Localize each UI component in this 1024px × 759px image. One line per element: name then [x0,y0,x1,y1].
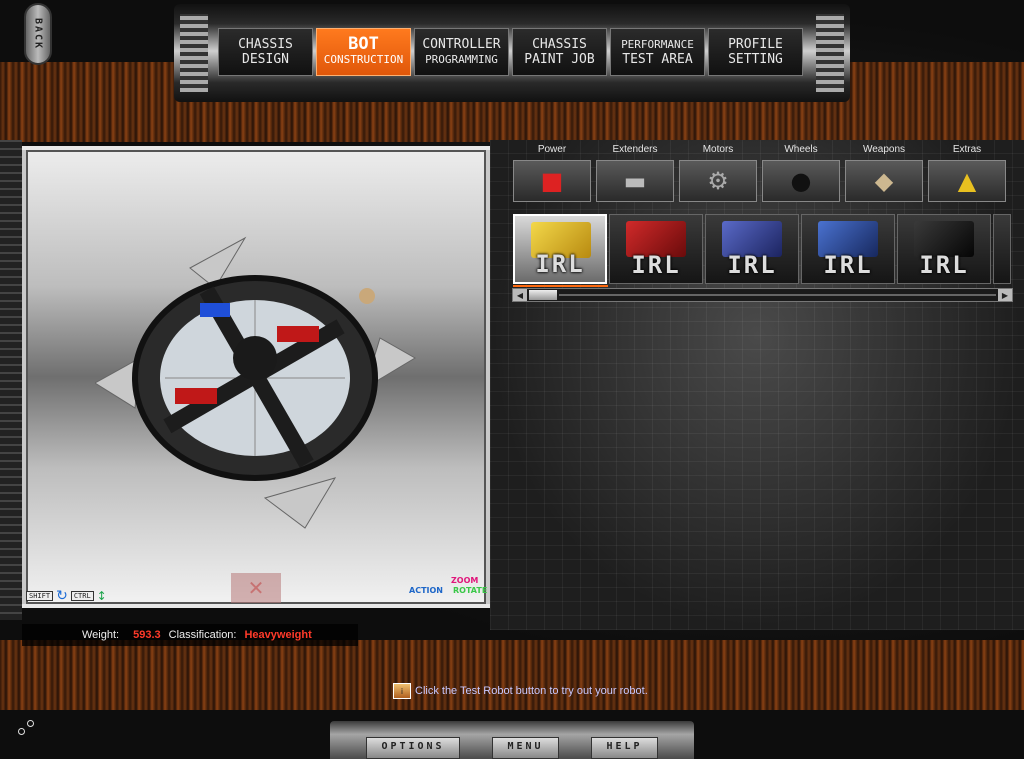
info-icon: i [393,683,411,699]
shift-key-label: SHIFT [26,591,54,601]
tab-chassis-paint-job[interactable]: CHASSIS PAINT JOB [512,28,607,76]
robot-model[interactable] [95,228,425,538]
part-item[interactable] [993,214,1011,284]
tab-profile-setting[interactable]: PROFILE SETTING [708,28,803,76]
tab-label-line1: PROFILE [728,37,783,52]
category-label: Wheels [784,144,818,155]
part-brand-label: IRL [535,250,585,278]
battery-icon: ■ [513,160,591,202]
tab-label-line2: PROGRAMMING [425,53,498,66]
rotate-label: ROTATE [453,586,488,595]
part-brand-label: IRL [919,251,969,279]
rotate-icon: ↻ [56,588,68,604]
robot-motor [200,303,230,317]
viewport-control-hints: SHIFT ↻ CTRL ↕ [26,588,107,604]
menu-button[interactable]: MENU [492,737,559,759]
back-button[interactable]: BACK [24,3,52,65]
category-power[interactable]: Power ■ [513,144,591,202]
part-brand-label: IRL [631,251,681,279]
weight-label: Weight: [82,629,120,641]
tab-label-line2: TEST AREA [622,52,693,67]
classification-value: Heavyweight [244,629,312,641]
robot-stats: Weight: 593.3 Classification: Heavyweigh… [22,624,358,646]
zoom-label: ZOOM [451,576,479,585]
part-item[interactable]: IRL [705,214,799,284]
robot-hub [233,336,277,380]
category-label: Extenders [612,144,658,155]
part-item[interactable]: IRL [897,214,991,284]
scroll-right-arrow[interactable]: ▶ [998,289,1012,301]
category-label: Power [537,144,567,155]
weapon-icon: ◆ [845,160,923,202]
tab-label-line1: PERFORMANCE [621,38,694,51]
scroll-left-arrow[interactable]: ◀ [513,289,527,301]
part-item[interactable]: IRL [801,214,895,284]
selection-indicator [513,285,608,287]
part-item-strip: IRL IRL IRL IRL IRL [513,214,1013,284]
category-wheels[interactable]: Wheels ● [762,144,840,202]
category-label: Extras [952,144,982,155]
nav-tabs: CHASSIS DESIGN BOT CONSTRUCTION CONTROLL… [218,28,803,76]
tab-label-line1: CHASSIS [532,37,587,52]
wrench-tool-button[interactable]: ✕ [231,573,281,603]
back-label: BACK [32,17,44,51]
category-extenders[interactable]: Extenders ▬ [596,144,674,202]
category-label: Motors [702,144,734,155]
tab-label-line2: PAINT JOB [524,52,595,67]
hint-text: Click the Test Robot button to try out y… [415,685,648,697]
tab-bot-construction[interactable]: BOT CONSTRUCTION [316,28,411,76]
help-button[interactable]: HELP [591,737,658,759]
robot-battery [175,388,217,404]
scroll-thumb[interactable] [529,290,557,300]
tab-chassis-design[interactable]: CHASSIS DESIGN [218,28,313,76]
part-item[interactable]: IRL [513,214,607,284]
tab-label-line1: CONTROLLER [422,37,501,52]
wheel-icon: ● [762,160,840,202]
part-brand-label: IRL [727,251,777,279]
ctrl-key-label: CTRL [70,591,94,601]
category-label: Weapons [862,144,906,155]
robot-battery [277,326,319,342]
tab-label-line1: BOT [348,34,379,54]
options-button[interactable]: OPTIONS [366,737,460,759]
wrench-icon: ✕ [247,576,265,600]
classification-label: Classification: [168,629,237,641]
part-item[interactable]: IRL [609,214,703,284]
part-scrollbar[interactable]: ◀ ▶ [512,288,1013,302]
extender-icon: ▬ [596,160,674,202]
weight-value: 593.3 [133,629,161,641]
decor-band-bottom [0,640,1024,710]
category-extras[interactable]: Extras ▲ [928,144,1006,202]
move-vertical-icon: ↕ [96,589,107,603]
scroll-track [559,294,996,296]
category-motors[interactable]: Motors ⚙ [679,144,757,202]
extras-icon: ▲ [928,160,1006,202]
robot-blade [263,477,337,529]
bottom-menu-bar: OPTIONS MENU HELP [330,721,694,759]
motor-icon: ⚙ [679,160,757,202]
tab-label-line2: CONSTRUCTION [323,53,404,66]
action-label: ACTION [409,586,443,595]
tab-controller-programming[interactable]: CONTROLLER PROGRAMMING [414,28,509,76]
part-brand-label: IRL [823,251,873,279]
robot-gear [359,288,375,304]
part-categories: Power ■ Extenders ▬ Motors ⚙ Wheels ● We… [513,144,1006,202]
loading-icon [18,718,38,738]
tab-performance-test-area[interactable]: PERFORMANCE TEST AREA [610,28,705,76]
hint-bar: i Click the Test Robot button to try out… [393,683,648,699]
tab-label-line1: CHASSIS [238,37,293,52]
category-weapons[interactable]: Weapons ◆ [845,144,923,202]
circuit-edge [0,140,22,620]
tab-label-line2: DESIGN [242,52,289,67]
tab-label-line2: SETTING [728,52,783,67]
